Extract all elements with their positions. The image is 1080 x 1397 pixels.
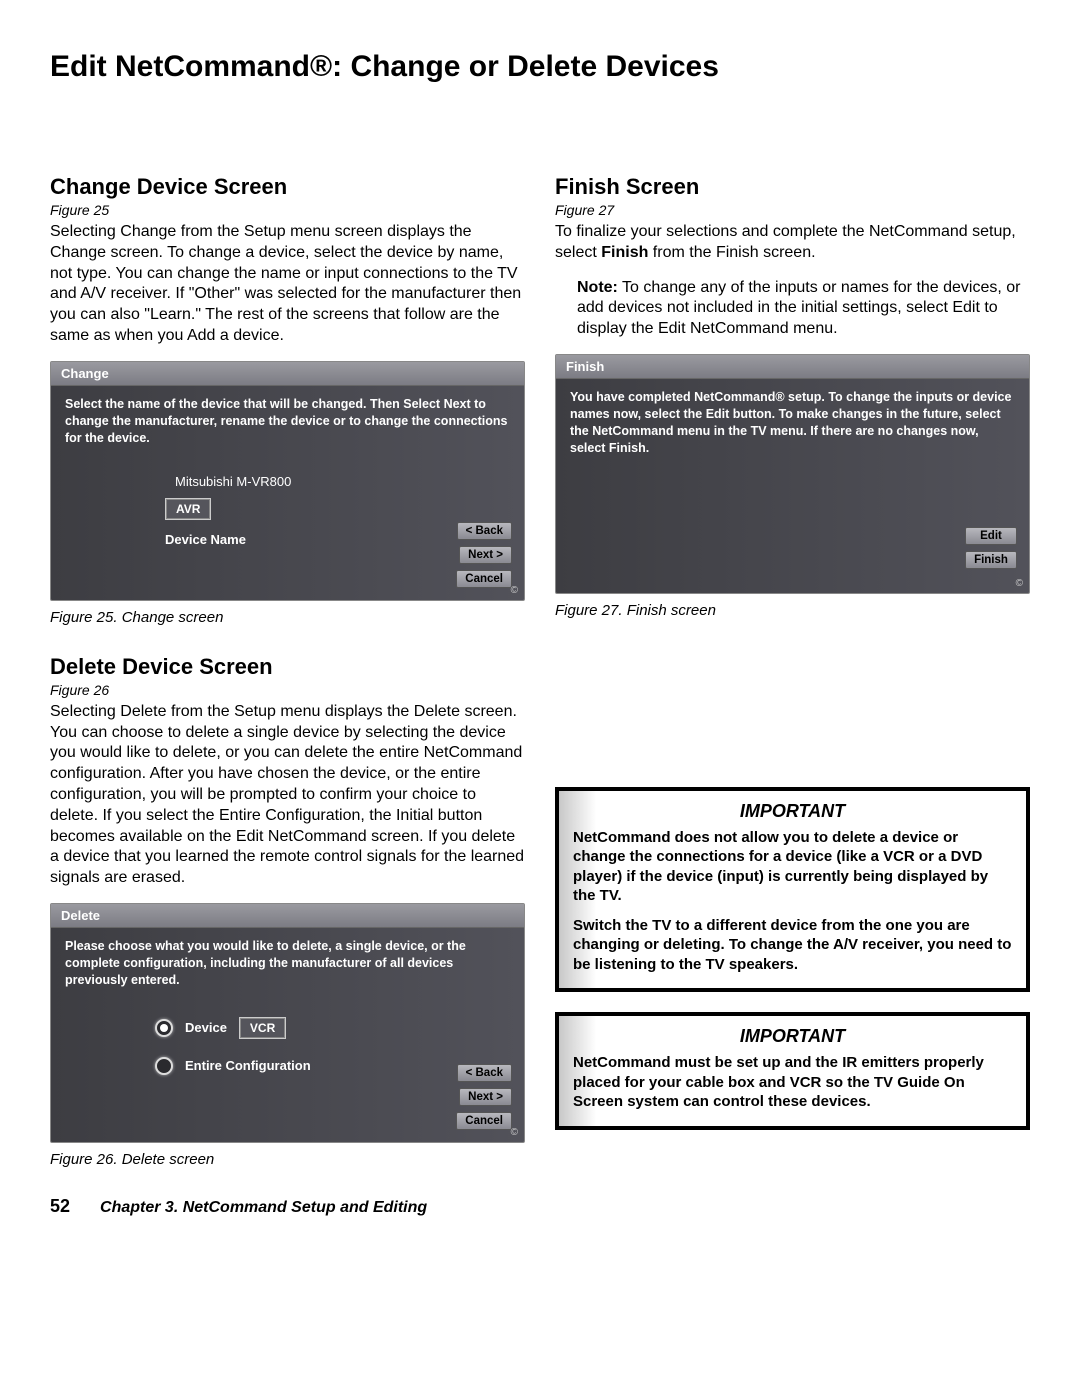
change-device-line: Mitsubishi M-VR800 [175, 474, 510, 489]
device-value-box[interactable]: VCR [239, 1017, 286, 1039]
delete-screen-panel: Delete Please choose what you would like… [50, 903, 525, 1143]
heading-delete-device: Delete Device Screen [50, 654, 525, 680]
back-button[interactable]: < Back [457, 522, 512, 540]
change-screen-panel: Change Select the name of the device tha… [50, 361, 525, 601]
next-button[interactable]: Next > [459, 546, 512, 564]
heading-finish: Finish Screen [555, 174, 1030, 200]
radio-device[interactable] [155, 1019, 173, 1037]
finish-note: Note: To change any of the inputs or nam… [577, 278, 1030, 340]
finish-button[interactable]: Finish [965, 551, 1017, 569]
right-column: Finish Screen Figure 27 To finalize your… [555, 174, 1030, 1176]
next-button[interactable]: Next > [459, 1088, 512, 1106]
entire-config-label: Entire Configuration [185, 1058, 311, 1073]
change-panel-instruction: Select the name of the device that will … [65, 396, 510, 447]
caption-fig27: Figure 27. Finish screen [555, 602, 1030, 619]
heading-change-device: Change Device Screen [50, 174, 525, 200]
cancel-button[interactable]: Cancel [456, 1112, 512, 1130]
copyright-icon: © [511, 585, 518, 596]
back-button[interactable]: < Back [457, 1064, 512, 1082]
radio-entire-config[interactable] [155, 1057, 173, 1075]
device-name-label: Device Name [165, 532, 246, 547]
figure-ref-25: Figure 25 [50, 202, 525, 218]
finish-screen-panel: Finish You have completed NetCommand® se… [555, 354, 1030, 594]
note-label: Note: [577, 279, 618, 296]
avr-box[interactable]: AVR [165, 498, 211, 520]
finish-bold: Finish [601, 244, 648, 261]
page-number: 52 [50, 1196, 70, 1217]
cancel-button[interactable]: Cancel [456, 570, 512, 588]
note-text: To change any of the inputs or names for… [577, 279, 1021, 338]
figure-ref-26: Figure 26 [50, 682, 525, 698]
caption-fig25: Figure 25. Change screen [50, 609, 525, 626]
delete-panel-title: Delete [51, 904, 524, 928]
finish-panel-instruction: You have completed NetCommand® setup. To… [570, 389, 1015, 457]
change-panel-title: Change [51, 362, 524, 386]
copyright-icon: © [1016, 578, 1023, 589]
important-box-1: IMPORTANT NetCommand does not allow you … [555, 787, 1030, 993]
change-body: Selecting Change from the Setup menu scr… [50, 222, 525, 347]
finish-body: To finalize your selections and complete… [555, 222, 1030, 264]
chapter-label: Chapter 3. NetCommand Setup and Editing [100, 1199, 427, 1217]
important-title-2: IMPORTANT [573, 1026, 1012, 1047]
copyright-icon: © [511, 1127, 518, 1138]
important-box-2: IMPORTANT NetCommand must be set up and … [555, 1012, 1030, 1130]
important2-p1: NetCommand must be set up and the IR emi… [573, 1053, 1012, 1112]
delete-body: Selecting Delete from the Setup menu dis… [50, 702, 525, 889]
edit-button[interactable]: Edit [965, 527, 1017, 545]
delete-panel-instruction: Please choose what you would like to del… [65, 938, 510, 989]
finish-panel-title: Finish [556, 355, 1029, 379]
device-radio-label: Device [185, 1020, 227, 1035]
important1-p1: NetCommand does not allow you to delete … [573, 828, 1012, 906]
page-title: Edit NetCommand®: Change or Delete Devic… [50, 50, 1030, 84]
page-footer: 52 Chapter 3. NetCommand Setup and Editi… [50, 1196, 1030, 1217]
finish-body-b: from the Finish screen. [648, 244, 815, 261]
figure-ref-27: Figure 27 [555, 202, 1030, 218]
important1-p2: Switch the TV to a different device from… [573, 916, 1012, 975]
caption-fig26: Figure 26. Delete screen [50, 1151, 525, 1168]
important-title-1: IMPORTANT [573, 801, 1012, 822]
left-column: Change Device Screen Figure 25 Selecting… [50, 174, 525, 1176]
